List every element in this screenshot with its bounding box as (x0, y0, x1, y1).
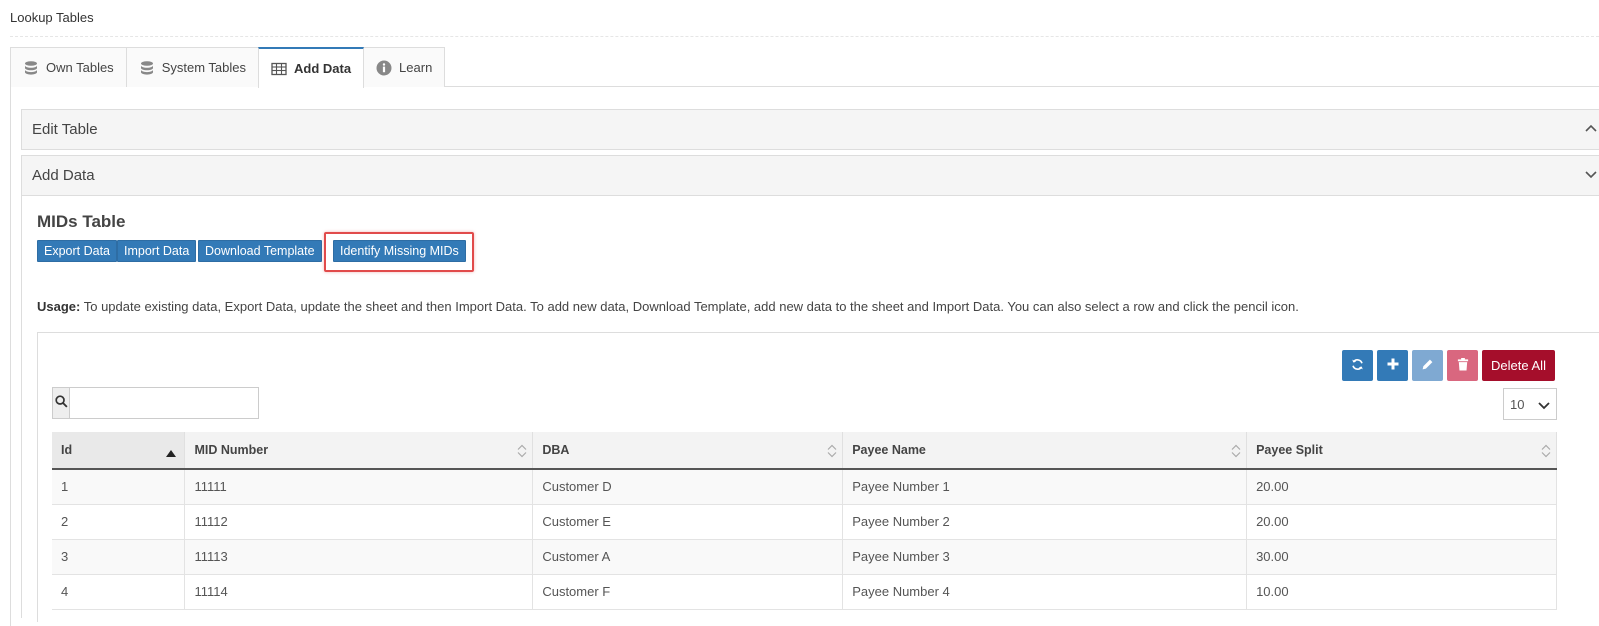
section-title: MIDs Table (37, 212, 126, 231)
accordion-edit-table[interactable]: Edit Table (21, 109, 1599, 150)
tab-add-data[interactable]: Add Data (257, 47, 365, 88)
usage-label: Usage: (37, 299, 81, 314)
cell-payee-name: Payee Number 3 (842, 539, 1248, 575)
column-header-label: DBA (542, 443, 570, 457)
tab-learn[interactable]: Learn (363, 47, 446, 87)
cell-payee-split: 20.00 (1246, 469, 1557, 505)
import-data-button[interactable]: Import Data (117, 240, 197, 262)
cell-payee-name: Payee Number 2 (842, 504, 1248, 540)
column-header-payee-split[interactable]: Payee Split (1246, 432, 1557, 470)
add-row-button[interactable] (1377, 350, 1408, 381)
grid-search (52, 387, 259, 419)
refresh-button[interactable] (1342, 350, 1373, 381)
column-header-payee-name[interactable]: Payee Name (842, 432, 1248, 470)
cell-payee-split: 10.00 (1246, 574, 1557, 610)
database-icon (139, 60, 155, 76)
pencil-icon (1421, 358, 1434, 374)
cell-mid-number: 11113 (184, 539, 534, 575)
cell-dba: Customer D (532, 469, 844, 505)
sort-icon (1541, 444, 1551, 461)
accordion-add-data[interactable]: Add Data (21, 155, 1599, 196)
tab-label: Learn (399, 60, 433, 75)
page-title: Lookup Tables (10, 10, 94, 25)
refresh-icon (1351, 358, 1364, 374)
info-icon (376, 60, 392, 76)
column-header-id[interactable]: Id (52, 432, 186, 470)
cell-dba: Customer E (532, 504, 844, 540)
column-header-label: MID Number (194, 443, 269, 457)
column-header-label: Payee Split (1256, 443, 1323, 457)
cell-payee-split: 20.00 (1246, 504, 1557, 540)
edit-row-button[interactable] (1412, 350, 1443, 381)
accordion-title: Add Data (32, 167, 95, 184)
usage-text: Usage: To update existing data, Export D… (37, 299, 1299, 314)
database-icon (23, 60, 39, 76)
mids-table: Id MID Number DBA Payee Name Payee Split… (52, 432, 1557, 610)
sort-icon (517, 444, 527, 461)
sort-icon (827, 444, 837, 461)
cell-payee-split: 30.00 (1246, 539, 1557, 575)
column-header-label: Payee Name (852, 443, 926, 457)
tab-label: Add Data (293, 61, 352, 76)
column-header-dba[interactable]: DBA (532, 432, 844, 470)
tab-own-tables[interactable]: Own Tables (10, 47, 127, 87)
export-data-button[interactable]: Export Data (37, 240, 118, 262)
table-row[interactable]: 2 11112 Customer E Payee Number 2 20.00 (52, 504, 1557, 540)
plus-icon (1387, 358, 1399, 373)
cell-id: 1 (52, 469, 186, 505)
search-icon (54, 395, 68, 411)
chevron-down-icon (1585, 166, 1597, 182)
column-header-label: Id (61, 443, 73, 457)
delete-row-button[interactable] (1447, 350, 1478, 381)
trash-icon (1457, 357, 1469, 374)
cell-dba: Customer A (532, 539, 844, 575)
tab-label: Own Tables (46, 60, 114, 75)
title-divider (10, 36, 1599, 37)
identify-missing-mids-button[interactable]: Identify Missing MIDs (333, 240, 466, 262)
sort-icon (1231, 444, 1241, 461)
accordion-title: Edit Table (32, 121, 98, 138)
column-header-mid-number[interactable]: MID Number (184, 432, 534, 470)
tab-bar: Own Tables System Tables Add Data Learn (10, 47, 446, 88)
table-row[interactable]: 4 11114 Customer F Payee Number 4 10.00 (52, 574, 1557, 610)
cell-dba: Customer F (532, 574, 844, 610)
cell-payee-name: Payee Number 1 (842, 469, 1248, 505)
delete-all-button[interactable]: Delete All (1482, 350, 1555, 381)
cell-id: 2 (52, 504, 186, 540)
page-size-select[interactable]: 10 (1503, 388, 1557, 420)
search-addon (53, 388, 70, 418)
usage-description: To update existing data, Export Data, up… (80, 299, 1299, 314)
chevron-up-icon (1585, 120, 1597, 136)
search-input[interactable] (70, 388, 258, 418)
cell-mid-number: 11111 (184, 469, 534, 505)
download-template-button[interactable]: Download Template (198, 240, 322, 262)
cell-payee-name: Payee Number 4 (842, 574, 1248, 610)
tab-label: System Tables (161, 60, 246, 75)
table-icon (271, 61, 287, 77)
table-row[interactable]: 3 11113 Customer A Payee Number 3 30.00 (52, 539, 1557, 575)
table-row[interactable]: 1 11111 Customer D Payee Number 1 20.00 (52, 469, 1557, 505)
sort-asc-icon (166, 446, 177, 460)
cell-id: 4 (52, 574, 186, 610)
cell-mid-number: 11114 (184, 574, 534, 610)
cell-id: 3 (52, 539, 186, 575)
chevron-down-icon (1538, 399, 1550, 414)
cell-mid-number: 11112 (184, 504, 534, 540)
tab-system-tables[interactable]: System Tables (125, 47, 259, 87)
table-header-row: Id MID Number DBA Payee Name Payee Split (52, 432, 1557, 470)
page-size-value: 10 (1510, 396, 1525, 412)
